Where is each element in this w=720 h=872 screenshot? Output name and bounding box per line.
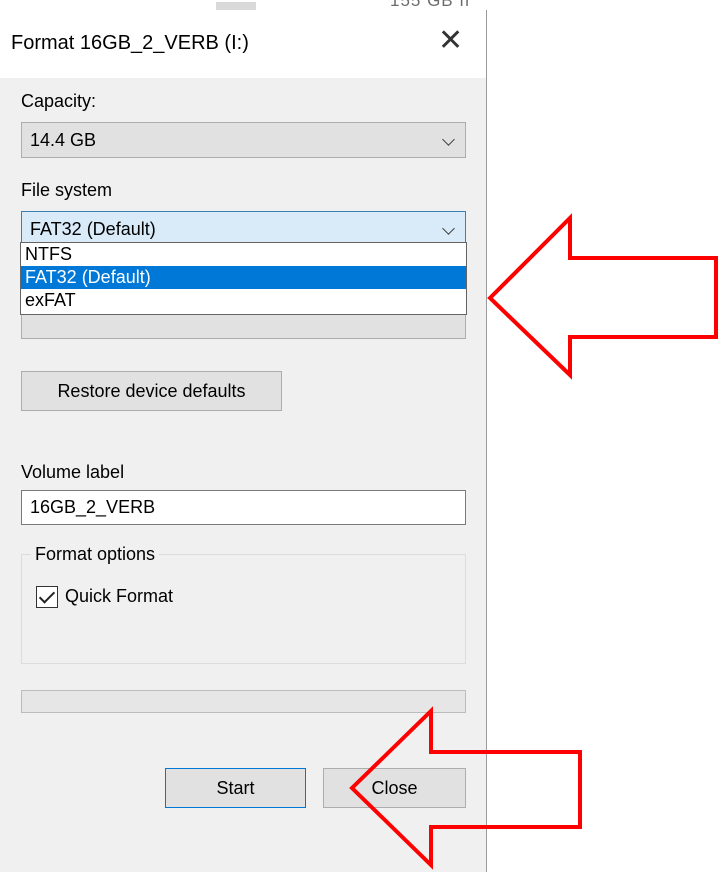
option-ntfs[interactable]: NTFS bbox=[21, 243, 466, 266]
file-system-dropdown-list[interactable]: NTFS FAT32 (Default) exFAT bbox=[20, 242, 467, 315]
option-exfat[interactable]: exFAT bbox=[21, 289, 466, 312]
arrow-left-icon bbox=[487, 213, 718, 380]
arrow-left-icon bbox=[349, 706, 582, 870]
annotation-overlay bbox=[349, 213, 718, 870]
option-fat32[interactable]: FAT32 (Default) bbox=[21, 266, 466, 289]
